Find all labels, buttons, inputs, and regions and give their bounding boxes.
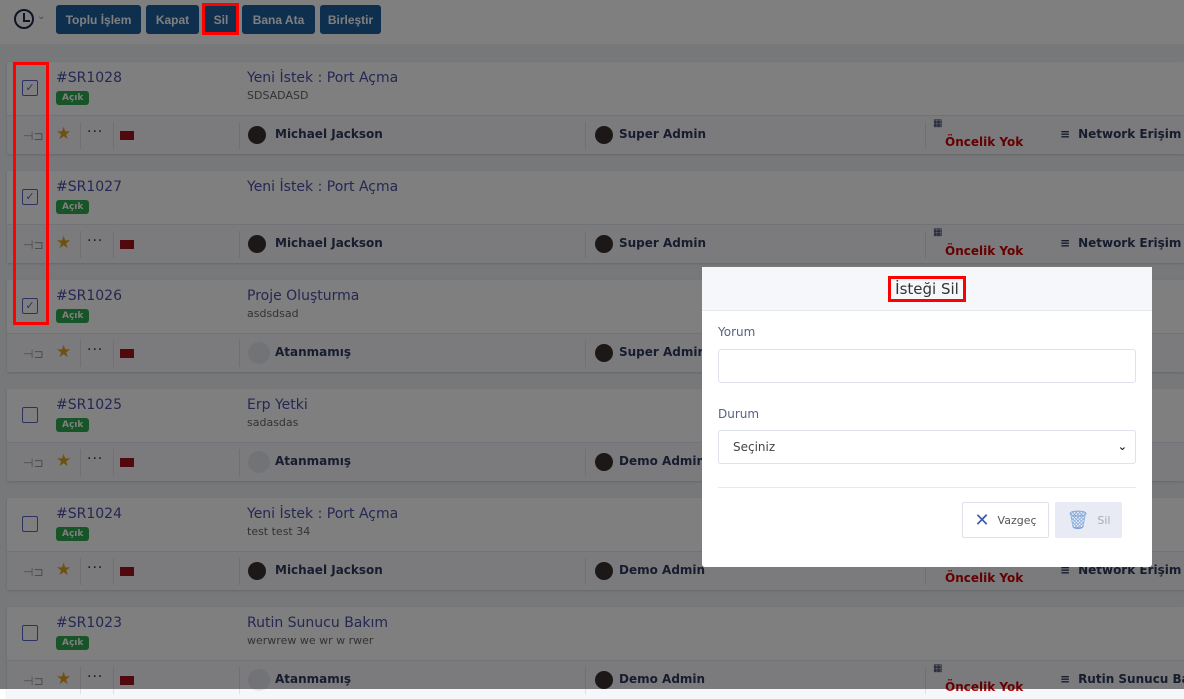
delete-label: Sil (1097, 513, 1111, 527)
status-select-value: Seçiniz (733, 440, 776, 454)
highlight-delete-button (202, 3, 239, 35)
trash-icon: 🗑 (1066, 509, 1090, 531)
confirm-delete-button[interactable]: 🗑 Sil (1055, 502, 1122, 538)
chevron-down-icon: ⌄ (1117, 440, 1127, 453)
modal-title: İsteği Sil (888, 275, 966, 302)
cancel-button[interactable]: ✕ Vazgeç (962, 502, 1049, 538)
status-select[interactable]: Seçiniz ⌄ (718, 430, 1136, 464)
delete-request-modal: İsteği Sil Yorum Durum Seçiniz ⌄ ✕ Vazgeç … (702, 267, 1152, 567)
cancel-label: Vazgeç (997, 513, 1037, 527)
highlight-checkboxes (13, 62, 49, 325)
divider (718, 487, 1136, 488)
status-label: Durum (718, 407, 760, 421)
comment-input[interactable] (718, 349, 1136, 383)
comment-label: Yorum (718, 325, 756, 339)
close-icon: ✕ (974, 509, 990, 531)
